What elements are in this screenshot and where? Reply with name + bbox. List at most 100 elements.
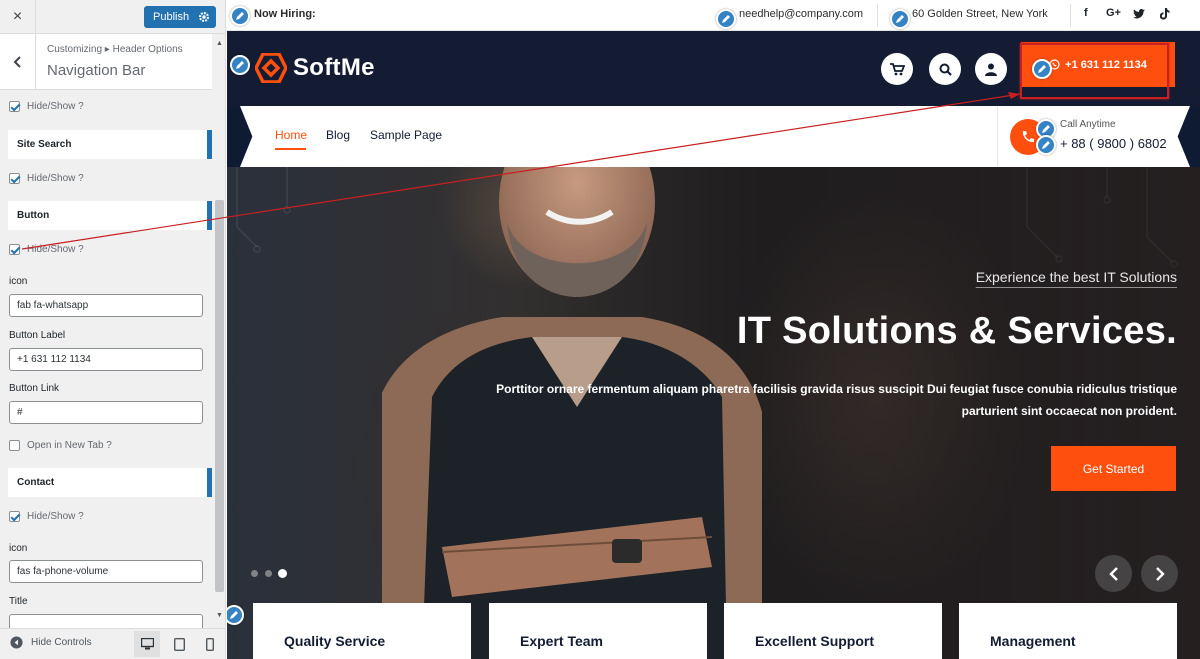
feature-title: Excellent Support: [755, 633, 875, 649]
back-button[interactable]: [0, 34, 36, 90]
close-customizer-button[interactable]: ×: [0, 0, 36, 34]
edit-shortcut-icon[interactable]: [230, 55, 250, 75]
site-search-hide-show-checkbox[interactable]: Hide/Show ?: [9, 173, 84, 184]
feature-card[interactable]: Excellent Support: [724, 603, 942, 659]
tablet-preview-button[interactable]: [166, 631, 192, 657]
publish-label: Publish: [153, 11, 190, 23]
button-hide-show-checkbox[interactable]: Hide/Show ?: [9, 244, 84, 255]
edit-shortcut-icon[interactable]: [716, 9, 736, 29]
cart-icon: [889, 62, 905, 75]
contact-widget[interactable]: Call Anytime + 88 ( 9800 ) 6802: [997, 107, 1177, 166]
slider-dot[interactable]: [265, 570, 272, 577]
search-button[interactable]: [929, 53, 961, 85]
contact-title-field-label: Title: [9, 596, 28, 607]
button-heading: Button: [8, 201, 212, 230]
divider: [877, 4, 878, 27]
facebook-icon[interactable]: f: [1084, 7, 1088, 19]
checkbox-label: Open in New Tab ?: [27, 440, 112, 451]
active-nav-indicator: [275, 148, 306, 150]
contact-heading: Contact: [8, 468, 212, 497]
nav-sample-page[interactable]: Sample Page: [370, 128, 442, 142]
checkbox-label: Hide/Show ?: [27, 511, 84, 522]
user-icon: [985, 63, 997, 76]
feature-card[interactable]: Management: [959, 603, 1177, 659]
feature-title: Quality Service: [284, 633, 386, 649]
scroll-down-icon[interactable]: ▼: [216, 612, 223, 619]
edit-shortcut-icon[interactable]: [230, 6, 250, 26]
edit-shortcut-icon[interactable]: [890, 9, 910, 29]
slider-next-button[interactable]: [1141, 555, 1178, 592]
customizer-sidebar: × Publish Customizing ▸ Header Options N…: [0, 0, 226, 659]
account-button[interactable]: [975, 53, 1007, 85]
site-search-heading: Site Search: [8, 130, 212, 159]
google-plus-icon[interactable]: G+: [1106, 7, 1121, 19]
now-hiring-text: Now Hiring:: [254, 8, 316, 20]
site-logo[interactable]: SoftMe: [255, 53, 375, 83]
annotation-highlight-box: [1020, 43, 1169, 99]
button-label-field-label: Button Label: [9, 330, 66, 341]
button-link-input[interactable]: #: [9, 401, 203, 424]
tiktok-icon[interactable]: [1160, 8, 1170, 20]
feature-title: Management: [990, 633, 1076, 649]
slider-dot[interactable]: [251, 570, 258, 577]
mobile-preview-button[interactable]: [197, 631, 223, 657]
icon-field-label: icon: [9, 276, 28, 287]
navbar-hide-show-checkbox[interactable]: Hide/Show ?: [9, 101, 84, 112]
checkbox-checked[interactable]: [9, 511, 20, 522]
sidebar-top-bar: × Publish: [0, 0, 225, 34]
sidebar-scrollbar[interactable]: ▲ ▼: [213, 34, 225, 628]
nav-blog[interactable]: Blog: [326, 128, 350, 142]
mobile-icon: [206, 637, 214, 651]
divider: [1070, 4, 1071, 27]
hero-description: Porttitor ornare fermentum aliquam phare…: [496, 382, 1177, 418]
section-header: Customizing ▸ Header Options Navigation …: [0, 34, 212, 90]
hero-title: IT Solutions & Services.: [736, 310, 1177, 352]
contact-icon-input[interactable]: fas fa-phone-volume: [9, 560, 203, 583]
scroll-up-icon[interactable]: ▲: [216, 40, 223, 47]
contact-icon-field-label: icon: [9, 543, 28, 554]
twitter-icon[interactable]: [1133, 9, 1145, 19]
open-new-tab-checkbox[interactable]: Open in New Tab ?: [9, 440, 112, 451]
feature-card[interactable]: Expert Team: [489, 603, 707, 659]
button-label-input[interactable]: +1 631 112 1134: [9, 348, 203, 371]
checkbox-checked[interactable]: [9, 244, 20, 255]
sidebar-footer: Hide Controls: [0, 628, 225, 659]
hide-controls-label: Hide Controls: [31, 637, 92, 648]
feature-card[interactable]: Quality Service: [253, 603, 471, 659]
collapse-icon: [10, 636, 23, 649]
edit-shortcut-icon[interactable]: [1036, 135, 1056, 155]
tablet-icon: [173, 637, 185, 651]
checkbox-label: Hide/Show ?: [27, 101, 84, 112]
chevron-left-icon: [13, 56, 21, 68]
desktop-preview-button[interactable]: [134, 631, 160, 657]
breadcrumb: Customizing ▸ Header Options: [47, 44, 183, 55]
email-link[interactable]: needhelp@company.com: [739, 8, 863, 20]
checkbox-unchecked[interactable]: [9, 440, 20, 451]
call-number[interactable]: + 88 ( 9800 ) 6802: [1060, 136, 1167, 151]
get-started-button[interactable]: Get Started: [1051, 446, 1176, 491]
site-top-bar: Now Hiring: needhelp@company.com 60 Gold…: [227, 0, 1200, 31]
publish-button[interactable]: Publish: [144, 6, 216, 28]
feature-title: Expert Team: [520, 633, 603, 649]
hide-controls-button[interactable]: Hide Controls: [10, 636, 92, 649]
slider-prev-button[interactable]: [1095, 555, 1132, 592]
cart-button[interactable]: [881, 53, 913, 85]
search-icon: [939, 63, 952, 76]
button-icon-input[interactable]: fab fa-whatsapp: [9, 294, 203, 317]
logo-text: SoftMe: [293, 54, 375, 81]
gear-icon[interactable]: [197, 10, 211, 24]
scrollbar-thumb[interactable]: [215, 200, 224, 592]
slider-dot-active[interactable]: [278, 569, 287, 578]
hero-subtitle: Experience the best IT Solutions: [975, 269, 1177, 285]
contact-hide-show-checkbox[interactable]: Hide/Show ?: [9, 511, 84, 522]
checkbox-checked[interactable]: [9, 101, 20, 112]
logo-icon: [255, 53, 287, 83]
nav-home[interactable]: Home: [275, 128, 307, 142]
checkbox-checked[interactable]: [9, 173, 20, 184]
checkbox-label: Hide/Show ?: [27, 173, 84, 184]
call-anytime-label: Call Anytime: [1060, 119, 1116, 130]
checkbox-label: Hide/Show ?: [27, 244, 84, 255]
chevron-right-icon: [1155, 566, 1165, 581]
address-text: 60 Golden Street, New York: [912, 8, 1048, 20]
button-link-field-label: Button Link: [9, 383, 60, 394]
